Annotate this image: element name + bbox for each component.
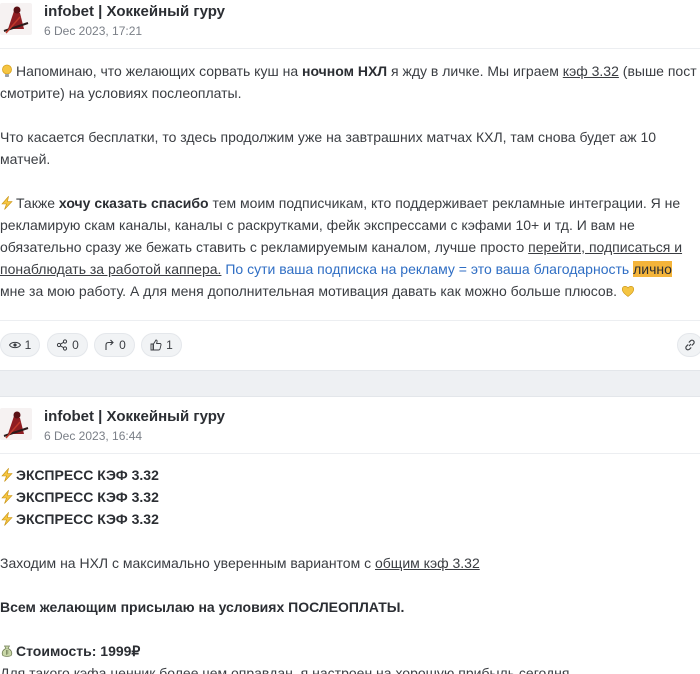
link-icon [685,339,695,351]
paragraph-3-line-3: обязательно сразу же бежать ставить с ре… [0,236,700,258]
paragraph-price: Стоимость: 1999₽ [0,640,700,662]
paragraph-3-line-1: Также хочу сказать спасибо тем моим подп… [0,192,700,214]
bold-text: ночном НХЛ [302,63,388,79]
bold-text: ЭКСПРЕСС КЭФ 3.32 [16,489,159,505]
text-span: мне за мою работу. А для меня дополнител… [0,283,621,299]
subscribe-link-cont[interactable]: понаблюдать за работой каппера. [0,261,221,277]
bold-text: Стоимость: 1999₽ [16,643,141,659]
likes-counter[interactable]: 1 [141,333,182,357]
text-span: (выше пост [618,63,697,79]
post-date: 6 Dec 2023, 17:21 [44,24,143,38]
eye-icon [8,341,21,349]
paragraph-2-line-1: Что касается бесплатки, то здесь продолж… [0,129,657,145]
post-2: infobet | Хоккейный гуру 6 Dec 2023, 16:… [0,397,700,674]
text-span: Также [16,195,59,211]
post-date: 6 Dec 2023, 16:44 [44,429,143,443]
shares-count: 0 [72,338,79,352]
channel-name[interactable]: infobet | Хоккейный гуру [44,3,225,20]
highlighted-text: лично [633,261,672,277]
text-span: Заходим на НХЛ с максимально уверенным в… [0,555,375,571]
divider [0,453,700,454]
lightbulb-icon [2,64,12,77]
post-text: ЭКСПРЕСС КЭФ 3.32 ЭКСПРЕСС КЭФ 3.32 ЭКСП… [0,464,700,674]
share-icon [57,339,68,351]
paragraph-3-line-4: понаблюдать за работой каппера. По сути … [0,258,700,280]
forward-icon [105,339,114,350]
paragraph-justification: Для такого кэфа ценник более чем оправда… [0,665,574,674]
text-span: тем моим подписчикам, кто поддерживает р… [208,195,681,211]
text-span: обязательно сразу же бежать ставить с ре… [0,239,529,255]
lightning-icon [1,468,13,482]
paragraph-2-line-2: матчей. [0,151,51,167]
bold-text: ЭКСПРЕСС КЭФ 3.32 [16,511,159,527]
views-count: 1 [24,338,32,352]
subscribe-link[interactable]: перейти, подписаться и [528,239,682,255]
shares-counter[interactable]: 0 [47,333,88,357]
channel-avatar[interactable] [0,408,32,440]
money-bag-icon [1,645,13,657]
lightning-icon [1,512,13,526]
paragraph-3-line-2: рекламирую скам каналы, каналы с раскрут… [0,217,635,233]
post-text: Напоминаю, что желающих сорвать куш на н… [0,60,700,302]
post-separator [0,370,700,397]
channel-avatar[interactable] [0,3,32,35]
post-1: infobet | Хоккейный гуру 6 Dec 2023, 17:… [0,0,700,370]
thumbs-up-icon [150,339,162,351]
paragraph-1-line-2: смотрите) на условиях послеоплаты. [0,85,242,101]
channel-name[interactable]: infobet | Хоккейный гуру [44,408,225,425]
odds-link[interactable]: общим кэф 3.32 [375,555,480,571]
forwards-count: 0 [119,338,126,352]
text-span: Напоминаю, что желающих сорвать куш на [16,63,302,79]
paragraph-1-line-1: Напоминаю, что желающих сорвать куш на н… [0,60,700,82]
lightning-icon [1,490,13,504]
yellow-heart-icon [621,286,634,297]
bold-text: Всем желающим присылаю на условиях ПОСЛЕ… [0,599,405,615]
divider [0,48,700,49]
paragraph-postpay: Всем желающим присылаю на условиях ПОСЛЕ… [0,596,700,618]
text-span: По сути ваша подписка на рекламу = это в… [221,261,634,277]
paragraph-nhl: Заходим на НХЛ с максимально уверенным в… [0,552,700,574]
bold-text: ЭКСПРЕСС КЭФ 3.32 [16,467,159,483]
likes-count: 1 [166,338,173,352]
divider [0,320,700,321]
lightning-icon [1,196,13,210]
bold-text: хочу сказать спасибо [58,195,209,211]
express-line-3: ЭКСПРЕСС КЭФ 3.32 [0,508,700,530]
text-span: я жду в личке. Мы играем [387,63,563,79]
express-line-1: ЭКСПРЕСС КЭФ 3.32 [0,464,700,486]
express-line-2: ЭКСПРЕСС КЭФ 3.32 [0,486,700,508]
paragraph-3-line-5: мне за мою работу. А для меня дополнител… [0,280,700,302]
odds-link[interactable]: кэф 3.32 [563,63,619,79]
forwards-counter[interactable]: 0 [94,333,135,357]
views-counter[interactable]: 1 [0,333,40,357]
copy-link-button[interactable] [677,333,700,357]
